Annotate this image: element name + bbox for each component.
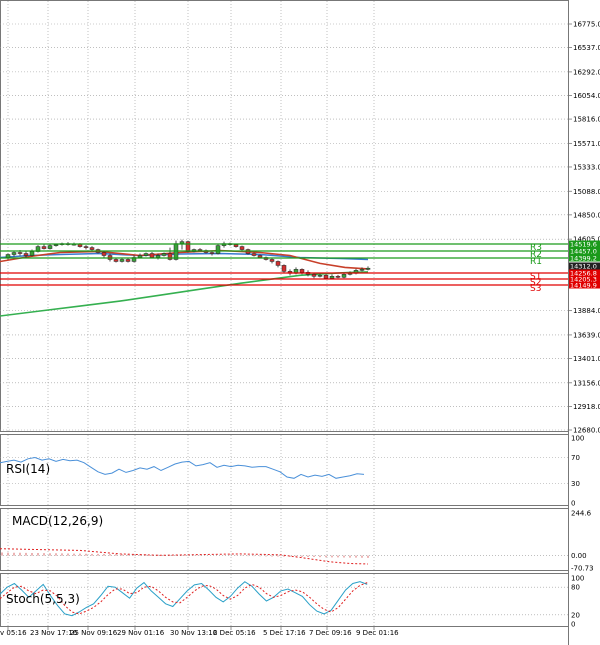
rsi-label: RSI(14)	[6, 462, 50, 476]
macd-tick-label: 244.6	[571, 510, 592, 518]
candle-body	[311, 274, 317, 277]
price-axis: 16775.0 16537.0 16292.0 16054.0 15816.0 15571…	[568, 0, 600, 645]
price-tick-label: 15088.0	[573, 188, 600, 196]
rsi-tick-label: 70	[571, 454, 580, 462]
price-tick-label: 13401.0	[573, 355, 600, 363]
candle-body	[239, 246, 245, 250]
candle-body	[149, 253, 155, 258]
stoch-tick-label: 0	[571, 621, 575, 629]
candle-body	[317, 275, 323, 277]
rsi-tick-label: 100	[571, 435, 584, 443]
candle-body	[299, 269, 305, 273]
rsi-panel-frame	[0, 434, 569, 506]
main-panel-frame	[0, 0, 569, 432]
time-axis: v 05:16 23 Nov 17:1625 Nov 09:16 29 Nov 01…	[0, 627, 399, 637]
price-tick-label: 15816.0	[573, 116, 600, 124]
candle-body	[113, 259, 119, 262]
candle-body	[251, 253, 257, 256]
rsi-tick-label: 30	[571, 480, 580, 488]
pivot-label-s3: S3	[530, 284, 541, 294]
price-tick-label: 16292.0	[573, 68, 600, 76]
price-tick-label: 16775.0	[573, 21, 600, 29]
price-tick-label: 12680.0	[573, 427, 600, 435]
price-tick-label: 14850.0	[573, 211, 600, 219]
time-tick-label: v 05:16	[0, 629, 27, 637]
time-tick-label: 9 Dec 01:16	[356, 629, 399, 637]
rsi-tick-label: 0	[571, 500, 575, 508]
candle-body	[329, 276, 335, 279]
stoch-tick-label: 100	[571, 575, 584, 583]
candle-body	[335, 276, 341, 278]
time-tick-label: 29 Nov 01:16	[117, 629, 165, 637]
pivot-price-tag-text: 14399.2	[570, 255, 597, 263]
candle-body	[83, 246, 89, 248]
candle-body	[17, 252, 23, 254]
time-tick-label: 7 Dec 09:16	[309, 629, 352, 637]
candle-body	[341, 274, 347, 278]
candle-body	[89, 247, 95, 250]
trading-chart: 16775.0 16537.0 16292.0 16054.0 15816.0 15571…	[0, 0, 600, 645]
candle-body	[269, 259, 275, 262]
candle-body	[155, 255, 161, 258]
price-tick-label: 15571.0	[573, 140, 600, 148]
candle-body	[365, 267, 371, 270]
candle-body	[119, 259, 125, 262]
candle-body	[281, 265, 287, 272]
candle-body	[5, 254, 11, 258]
time-tick-label: 30 Nov 13:16	[170, 629, 218, 637]
pivot-label-r1: R1	[530, 257, 542, 267]
stoch-label: Stoch(5,5,3)	[6, 592, 80, 606]
candle-body	[185, 241, 191, 252]
candle-body	[359, 269, 365, 271]
candle-body	[323, 275, 329, 279]
price-tick-label: 15333.0	[573, 163, 600, 171]
candle-body	[125, 259, 131, 262]
stoch-tick-label: 20	[571, 611, 580, 619]
time-tick-label: 25 Nov 09:16	[70, 629, 118, 637]
price-tick-label: 13884.0	[573, 307, 600, 315]
candle-body	[215, 245, 221, 254]
candle-body	[233, 244, 239, 247]
pivot-price-tag-text: 14149.9	[570, 282, 597, 290]
price-tick-label: 13639.0	[573, 331, 600, 339]
macd-tick-label: -70.73	[571, 565, 594, 573]
candle-body	[275, 261, 281, 266]
candle-body	[209, 252, 215, 254]
candle-body	[11, 252, 17, 255]
price-tick-label: 12918.0	[573, 403, 600, 411]
current-price-tag-text: 14312.0	[570, 263, 597, 271]
time-tick-label: 5 Dec 17:16	[263, 629, 306, 637]
candle-body	[23, 253, 29, 256]
candle-body	[179, 241, 185, 244]
stoch-tick-label: 80	[571, 584, 580, 592]
candle-body	[53, 244, 59, 246]
macd-label: MACD(12,26,9)	[12, 514, 103, 528]
price-tick-label: 13156.0	[573, 379, 600, 387]
candle-body	[101, 252, 107, 256]
price-tick-label: 16054.0	[573, 92, 600, 100]
time-tick-label: 2 Dec 05:16	[213, 629, 256, 637]
candle-body	[41, 246, 47, 249]
stoch-panel-frame	[0, 573, 569, 627]
candle-body	[161, 253, 167, 256]
candle-body	[47, 245, 53, 249]
candle-body	[143, 253, 149, 256]
price-tick-label: 16537.0	[573, 44, 600, 52]
candle-body	[29, 251, 35, 256]
candle-body	[137, 255, 143, 258]
macd-tick-label: 0.00	[571, 552, 587, 560]
candle-body	[257, 255, 263, 258]
